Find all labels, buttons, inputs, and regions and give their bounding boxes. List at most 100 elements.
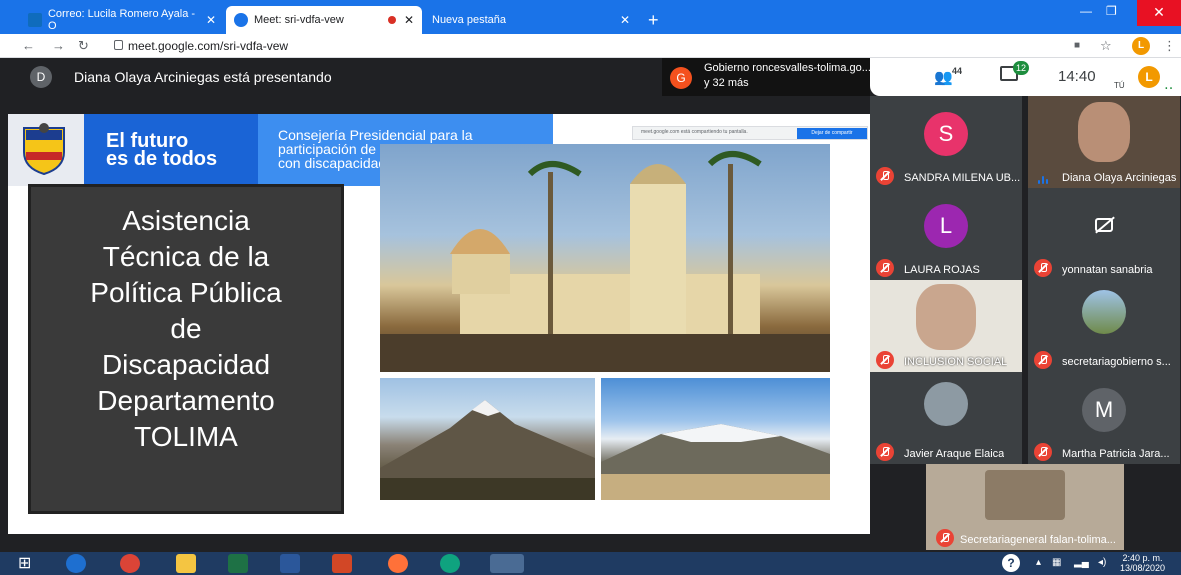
slide-title: Asistencia Técnica de la Política Públic… <box>31 203 341 455</box>
participant-tile[interactable]: Javier Araque Elaica <box>870 372 1022 464</box>
speaking-icon <box>1038 171 1052 184</box>
participant-name: secretariagobierno s... <box>1062 356 1171 368</box>
new-tab-button[interactable]: + <box>648 10 659 31</box>
chat-badge: 12 <box>1013 61 1029 75</box>
participant-tile[interactable]: yonnatan sanabria <box>1028 188 1180 280</box>
presenter-avatar: D <box>30 66 52 88</box>
people-icon[interactable]: 👥 <box>934 68 953 86</box>
participant-name: yonnatan sanabria <box>1062 264 1153 276</box>
close-icon[interactable]: ✕ <box>620 13 630 27</box>
church-illustration <box>380 151 830 372</box>
tab-new-label: Nueva pestaña <box>432 14 506 26</box>
slide-title-line: Técnica de la <box>102 241 270 272</box>
participant-photo <box>1082 290 1126 334</box>
slide-title-line: de <box>170 313 202 344</box>
profile-avatar[interactable]: L <box>1132 37 1150 55</box>
participant-name: SANDRA MILENA UB... <box>904 172 1020 184</box>
participant-name: Javier Araque Elaica <box>904 448 1005 460</box>
excel-icon[interactable] <box>228 554 248 573</box>
tab-meet-label: Meet: sri-vdfa-vew <box>254 14 344 26</box>
coat-of-arms-icon <box>23 123 65 176</box>
slide-title-line: Asistencia <box>122 205 250 236</box>
windows-start-icon[interactable]: ⊞ <box>18 554 38 573</box>
mic-off-icon <box>876 351 894 369</box>
self-label: TÚ <box>1114 81 1125 90</box>
participant-name: Diana Olaya Arciniegas <box>1062 172 1177 184</box>
screen-share-notice: meet.google.com está compartiendo tu pan… <box>632 126 868 140</box>
chrome-active-icon[interactable] <box>490 554 524 573</box>
close-icon[interactable]: ✕ <box>404 13 414 27</box>
participant-tile[interactable]: Secretariageneral falan-tolima... <box>926 464 1124 550</box>
lock-icon <box>114 40 123 50</box>
banner-slogan-panel: El futuro es de todos <box>84 114 258 186</box>
people-count: 44 <box>952 66 963 76</box>
participants-grid: S SANDRA MILENA UB... Diana Olaya Arcini… <box>870 96 1181 552</box>
browser-tab-strip: Correo: Lucila Romero Ayala - O ✕ Meet: … <box>0 0 1181 34</box>
taskbar-date: 13/08/2020 <box>1120 563 1166 573</box>
slide-title-line: Departamento <box>97 385 275 416</box>
tray-chevron-icon[interactable]: ▴ <box>1036 557 1041 568</box>
chrome-icon[interactable] <box>120 554 140 573</box>
forward-icon[interactable]: → <box>52 38 65 53</box>
participant-tile[interactable]: Diana Olaya Arciniegas <box>1028 96 1180 188</box>
signal-icon[interactable]: ▂▄ <box>1074 557 1089 568</box>
recording-icon <box>387 16 396 24</box>
mic-off-icon <box>1034 259 1052 277</box>
tab-mail[interactable]: Correo: Lucila Romero Ayala - O ✕ <box>20 6 224 34</box>
edge-icon[interactable] <box>440 554 460 573</box>
participant-avatar: S <box>924 112 968 156</box>
meet-header: D Diana Olaya Arciniegas está presentand… <box>0 58 1181 96</box>
url-field[interactable]: meet.google.com/sri-vdfa-vew <box>128 39 288 53</box>
participant-tile[interactable]: S SANDRA MILENA UB... <box>870 96 1022 188</box>
file-explorer-icon[interactable] <box>176 554 196 573</box>
self-avatar: L <box>1138 66 1160 88</box>
address-bar: ← → ↻ meet.google.com/sri-vdfa-vew ■ ☆ L… <box>0 34 1181 58</box>
volume-icon[interactable]: ◂) <box>1098 557 1106 568</box>
star-icon[interactable]: ☆ <box>1100 38 1112 54</box>
close-icon[interactable]: ✕ <box>206 13 216 27</box>
stop-sharing-button[interactable]: Dejar de compartir <box>797 128 867 139</box>
minimize-icon[interactable]: — <box>1080 4 1092 18</box>
taskbar-time: 2:40 p. m. <box>1122 553 1163 563</box>
participant-name: Secretariageneral falan-tolima... <box>960 534 1116 546</box>
mic-off-icon <box>876 167 894 185</box>
menu-icon[interactable]: ⋮ <box>1163 38 1176 54</box>
banner-slogan: El futuro es de todos <box>106 130 218 170</box>
participant-tile[interactable]: L LAURA ROJAS <box>870 188 1022 280</box>
tab-new[interactable]: Nueva pestaña ✕ <box>424 6 638 34</box>
camera-icon[interactable]: ■ <box>1074 40 1080 51</box>
participant-avatar: M <box>1082 388 1126 432</box>
mic-off-icon <box>1034 443 1052 461</box>
meeting-avatar: G <box>670 67 692 89</box>
participant-video <box>1078 102 1130 162</box>
slide-title-line: TOLIMA <box>134 421 238 452</box>
participant-tile[interactable]: secretariagobierno s... <box>1028 280 1180 372</box>
reload-icon[interactable]: ↻ <box>78 38 89 54</box>
meet-controls: 👥 44 12 14:40 TÚ L ‥ <box>870 58 1181 96</box>
meeting-info[interactable]: G Gobierno roncesvalles-tolima.go... y 3… <box>662 58 871 96</box>
restore-icon[interactable]: ❐ <box>1106 4 1117 18</box>
participant-video <box>916 284 976 350</box>
window-close-icon[interactable]: ✕ <box>1137 0 1181 26</box>
word-icon[interactable] <box>280 554 300 573</box>
camera-off-icon <box>1095 218 1113 232</box>
taskbar-clock[interactable]: 2:40 p. m. 13/08/2020 <box>1120 553 1165 573</box>
firefox-icon[interactable] <box>388 554 408 573</box>
meeting-title: Gobierno roncesvalles-tolima.go... <box>704 62 871 74</box>
more-options-icon[interactable]: ‥ <box>1164 76 1173 93</box>
mountain-illustration <box>601 424 830 500</box>
back-icon[interactable]: ← <box>22 38 35 53</box>
participant-tile[interactable]: INCLUSION SOCIAL <box>870 280 1022 372</box>
colombia-seal <box>8 114 84 186</box>
participant-name: Martha Patricia Jara... <box>1062 448 1170 460</box>
powerpoint-icon[interactable] <box>332 554 352 573</box>
participant-avatar: L <box>924 204 968 248</box>
participant-tile[interactable]: M Martha Patricia Jara... <box>1028 372 1180 464</box>
internet-explorer-icon[interactable] <box>66 554 86 573</box>
help-icon[interactable]: ? <box>1002 554 1020 572</box>
mic-off-icon <box>876 443 894 461</box>
tab-meet[interactable]: Meet: sri-vdfa-vew ✕ <box>226 6 422 34</box>
mic-off-icon <box>936 529 954 547</box>
slide-title-line: Discapacidad <box>101 349 271 380</box>
network-icon[interactable]: ▦ <box>1052 557 1061 568</box>
